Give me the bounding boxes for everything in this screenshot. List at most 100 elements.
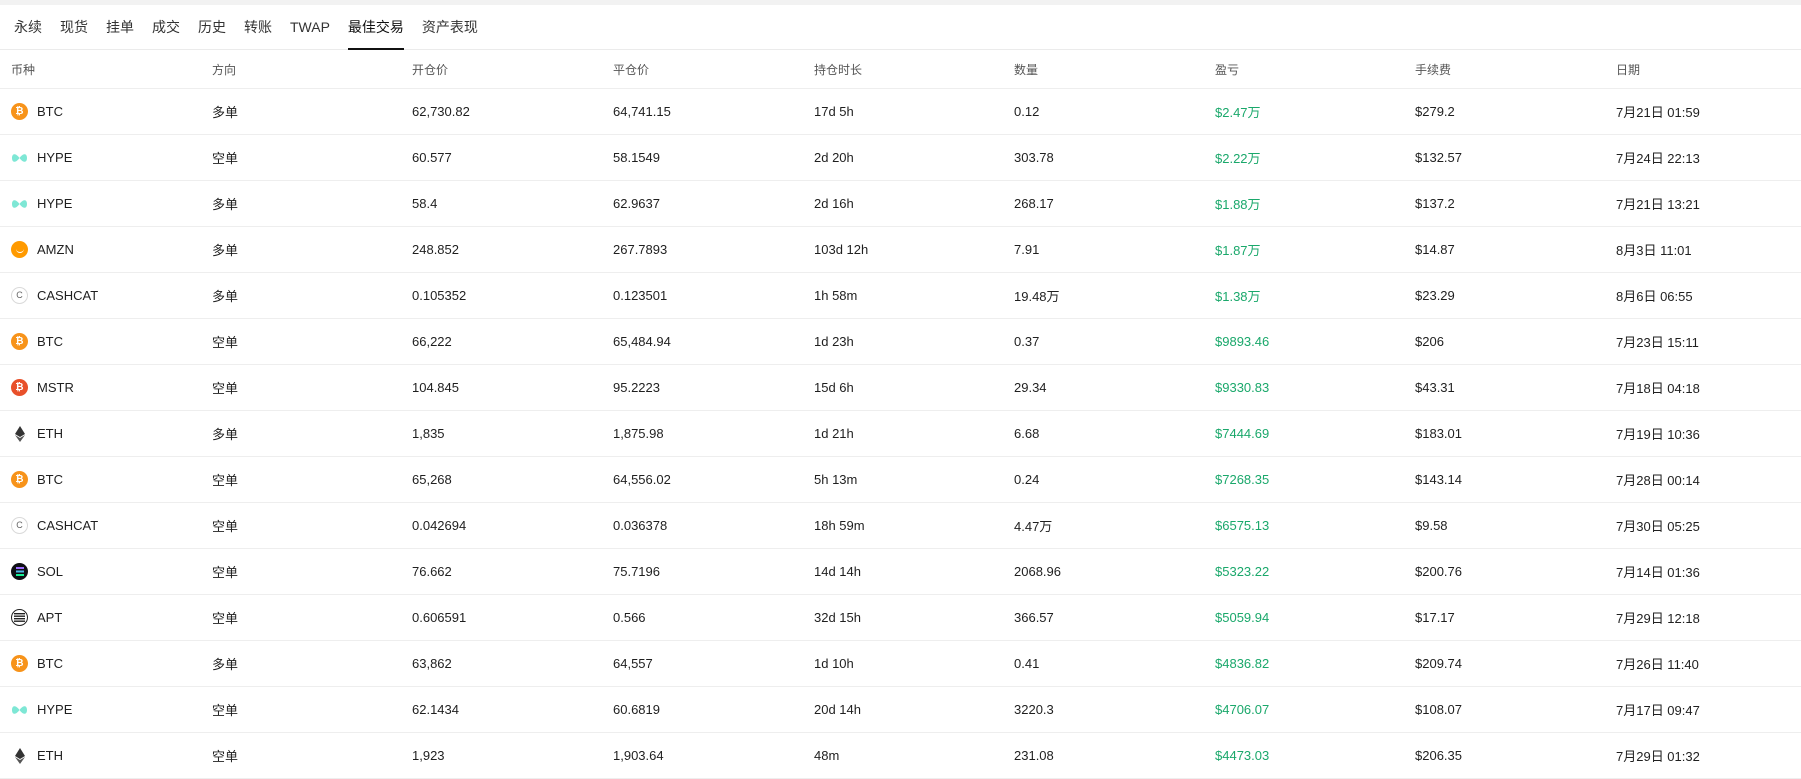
quantity-cell: 0.37 — [1014, 334, 1040, 349]
column-header-fee[interactable]: 手续费 — [1415, 50, 1451, 88]
table-row[interactable]: ₿ BTC 空单 66,222 65,484.94 1d 23h 0.37 $9893.46 $… — [0, 319, 1801, 365]
coin-cell: ₿ BTC — [11, 89, 63, 134]
open-price-cell: 0.042694 — [412, 518, 467, 533]
side-cell: 空单 — [212, 473, 239, 488]
quantity-cell: 19.48万 — [1014, 289, 1060, 304]
close-price-cell: 0.036378 — [613, 518, 668, 533]
coin-cell: ₿ BTC — [11, 641, 63, 686]
table-row[interactable]: ₿ BTC 多单 62,730.82 64,741.15 17d 5h 0.12 $2.47万… — [0, 89, 1801, 135]
date-cell: 7月28日 00:14 — [1616, 473, 1700, 488]
coin-name: HYPE — [37, 196, 73, 211]
pnl-cell: $9330.83 — [1215, 380, 1270, 395]
table-row[interactable]: HYPE 空单 62.1434 60.6819 20d 14h 3220.3 $4706.0… — [0, 687, 1801, 733]
table-row[interactable]: C CASHCAT 空单 0.042694 0.036378 18h 59m 4.47万 $6… — [0, 503, 1801, 549]
coin-name: ETH — [37, 748, 63, 763]
duration-cell: 15d 6h — [814, 380, 854, 395]
pnl-cell: $1.38万 — [1215, 289, 1261, 304]
close-price-cell: 95.2223 — [613, 380, 660, 395]
table-row[interactable]: ETH 空单 1,923 1,903.64 48m 231.08 $4473.03 $206.… — [0, 733, 1801, 779]
close-price-cell: 0.566 — [613, 610, 646, 625]
open-price-cell: 62,730.82 — [412, 104, 470, 119]
quantity-cell: 268.17 — [1014, 196, 1054, 211]
close-price-cell: 1,875.98 — [613, 426, 664, 441]
coin-cell: ETH — [11, 733, 63, 778]
tab-open-orders[interactable]: 挂单 — [106, 5, 134, 49]
coin-cell: SOL — [11, 549, 63, 594]
date-cell: 7月30日 05:25 — [1616, 519, 1700, 534]
close-price-cell: 1,903.64 — [613, 748, 664, 763]
aptos-icon — [11, 609, 28, 626]
side-cell: 空单 — [212, 565, 239, 580]
column-header-quantity[interactable]: 数量 — [1014, 50, 1038, 88]
duration-cell: 1d 10h — [814, 656, 854, 671]
column-header-side[interactable]: 方向 — [212, 50, 236, 88]
side-cell: 空单 — [212, 611, 239, 626]
open-price-cell: 58.4 — [412, 196, 438, 211]
pnl-cell: $9893.46 — [1215, 334, 1270, 349]
coin-name: MSTR — [37, 380, 74, 395]
table-row[interactable]: HYPE 多单 58.4 62.9637 2d 16h 268.17 $1.88万 $137.… — [0, 181, 1801, 227]
solana-icon — [11, 563, 28, 580]
side-cell: 多单 — [212, 289, 239, 304]
duration-cell: 2d 20h — [814, 150, 854, 165]
cashcat-icon: C — [11, 287, 28, 304]
table-row[interactable]: ₿ BTC 多单 63,862 64,557 1d 10h 0.41 $4836.82 $209… — [0, 641, 1801, 687]
duration-cell: 1h 58m — [814, 288, 858, 303]
column-header-open-price[interactable]: 开仓价 — [412, 50, 448, 88]
coin-name: BTC — [37, 334, 63, 349]
bitcoin-icon: ₿ — [11, 103, 28, 120]
column-header-date[interactable]: 日期 — [1616, 50, 1640, 88]
fee-cell: $132.57 — [1415, 150, 1462, 165]
side-cell: 空单 — [212, 381, 239, 396]
table-row[interactable]: AMZN 多单 248.852 267.7893 103d 12h 7.91 $1.87万 $… — [0, 227, 1801, 273]
cashcat-icon: C — [11, 517, 28, 534]
hyperliquid-icon — [11, 149, 28, 166]
fee-cell: $17.17 — [1415, 610, 1455, 625]
table-row[interactable]: SOL 空单 76.662 75.7196 14d 14h 2068.96 $5323.22… — [0, 549, 1801, 595]
side-cell: 空单 — [212, 703, 239, 718]
bitcoin-icon: ₿ — [11, 471, 28, 488]
column-header-close-price[interactable]: 平仓价 — [613, 50, 649, 88]
table-row[interactable]: APT 空单 0.606591 0.566 32d 15h 366.57 $5059.94 $… — [0, 595, 1801, 641]
column-header-pnl[interactable]: 盈亏 — [1215, 50, 1239, 88]
fee-cell: $14.87 — [1415, 242, 1455, 257]
quantity-cell: 303.78 — [1014, 150, 1054, 165]
column-header-duration[interactable]: 持仓时长 — [814, 50, 862, 88]
date-cell: 7月21日 01:59 — [1616, 105, 1700, 120]
tab-twap[interactable]: TWAP — [290, 5, 330, 49]
table-row[interactable]: ETH 多单 1,835 1,875.98 1d 21h 6.68 $7444.69 $183… — [0, 411, 1801, 457]
tab-fills[interactable]: 成交 — [152, 5, 180, 49]
quantity-cell: 0.41 — [1014, 656, 1040, 671]
column-header-coin[interactable]: 币种 — [11, 50, 35, 88]
date-cell: 7月17日 09:47 — [1616, 703, 1700, 718]
open-price-cell: 0.606591 — [412, 610, 467, 625]
close-price-cell: 62.9637 — [613, 196, 660, 211]
table-row[interactable]: C CASHCAT 多单 0.105352 0.123501 1h 58m 19.48万 $1… — [0, 273, 1801, 319]
coin-name: SOL — [37, 564, 64, 579]
close-price-cell: 75.7196 — [613, 564, 660, 579]
duration-cell: 103d 12h — [814, 242, 869, 257]
open-price-cell: 248.852 — [412, 242, 459, 257]
tab-best-trades[interactable]: 最佳交易 — [347, 5, 404, 50]
date-cell: 7月29日 12:18 — [1616, 611, 1700, 626]
coin-cell: HYPE — [11, 687, 72, 732]
table-row[interactable]: ₿ MSTR 空单 104.845 95.2223 15d 6h 29.34 $9330.83… — [0, 365, 1801, 411]
fee-cell: $108.07 — [1415, 702, 1462, 717]
duration-cell: 5h 13m — [814, 472, 858, 487]
fee-cell: $43.31 — [1415, 380, 1455, 395]
table-row[interactable]: ₿ BTC 空单 65,268 64,556.02 5h 13m 0.24 $7268.35 $… — [0, 457, 1801, 503]
tab-history[interactable]: 历史 — [198, 5, 226, 49]
tab-transfers[interactable]: 转账 — [244, 5, 272, 49]
fee-cell: $279.2 — [1415, 104, 1455, 119]
pnl-cell: $2.47万 — [1215, 105, 1261, 120]
pnl-cell: $1.87万 — [1215, 243, 1261, 258]
quantity-cell: 3220.3 — [1014, 702, 1054, 717]
quantity-cell: 4.47万 — [1014, 519, 1053, 534]
pnl-cell: $4706.07 — [1215, 702, 1270, 717]
close-price-cell: 60.6819 — [613, 702, 660, 717]
coin-cell: HYPE — [11, 181, 72, 226]
table-row[interactable]: HYPE 空单 60.577 58.1549 2d 20h 303.78 $2.22万 $13… — [0, 135, 1801, 181]
tab-asset-performance[interactable]: 资产表现 — [422, 5, 478, 49]
tab-spot[interactable]: 现货 — [60, 5, 88, 49]
tab-perpetual[interactable]: 永续 — [14, 5, 42, 49]
